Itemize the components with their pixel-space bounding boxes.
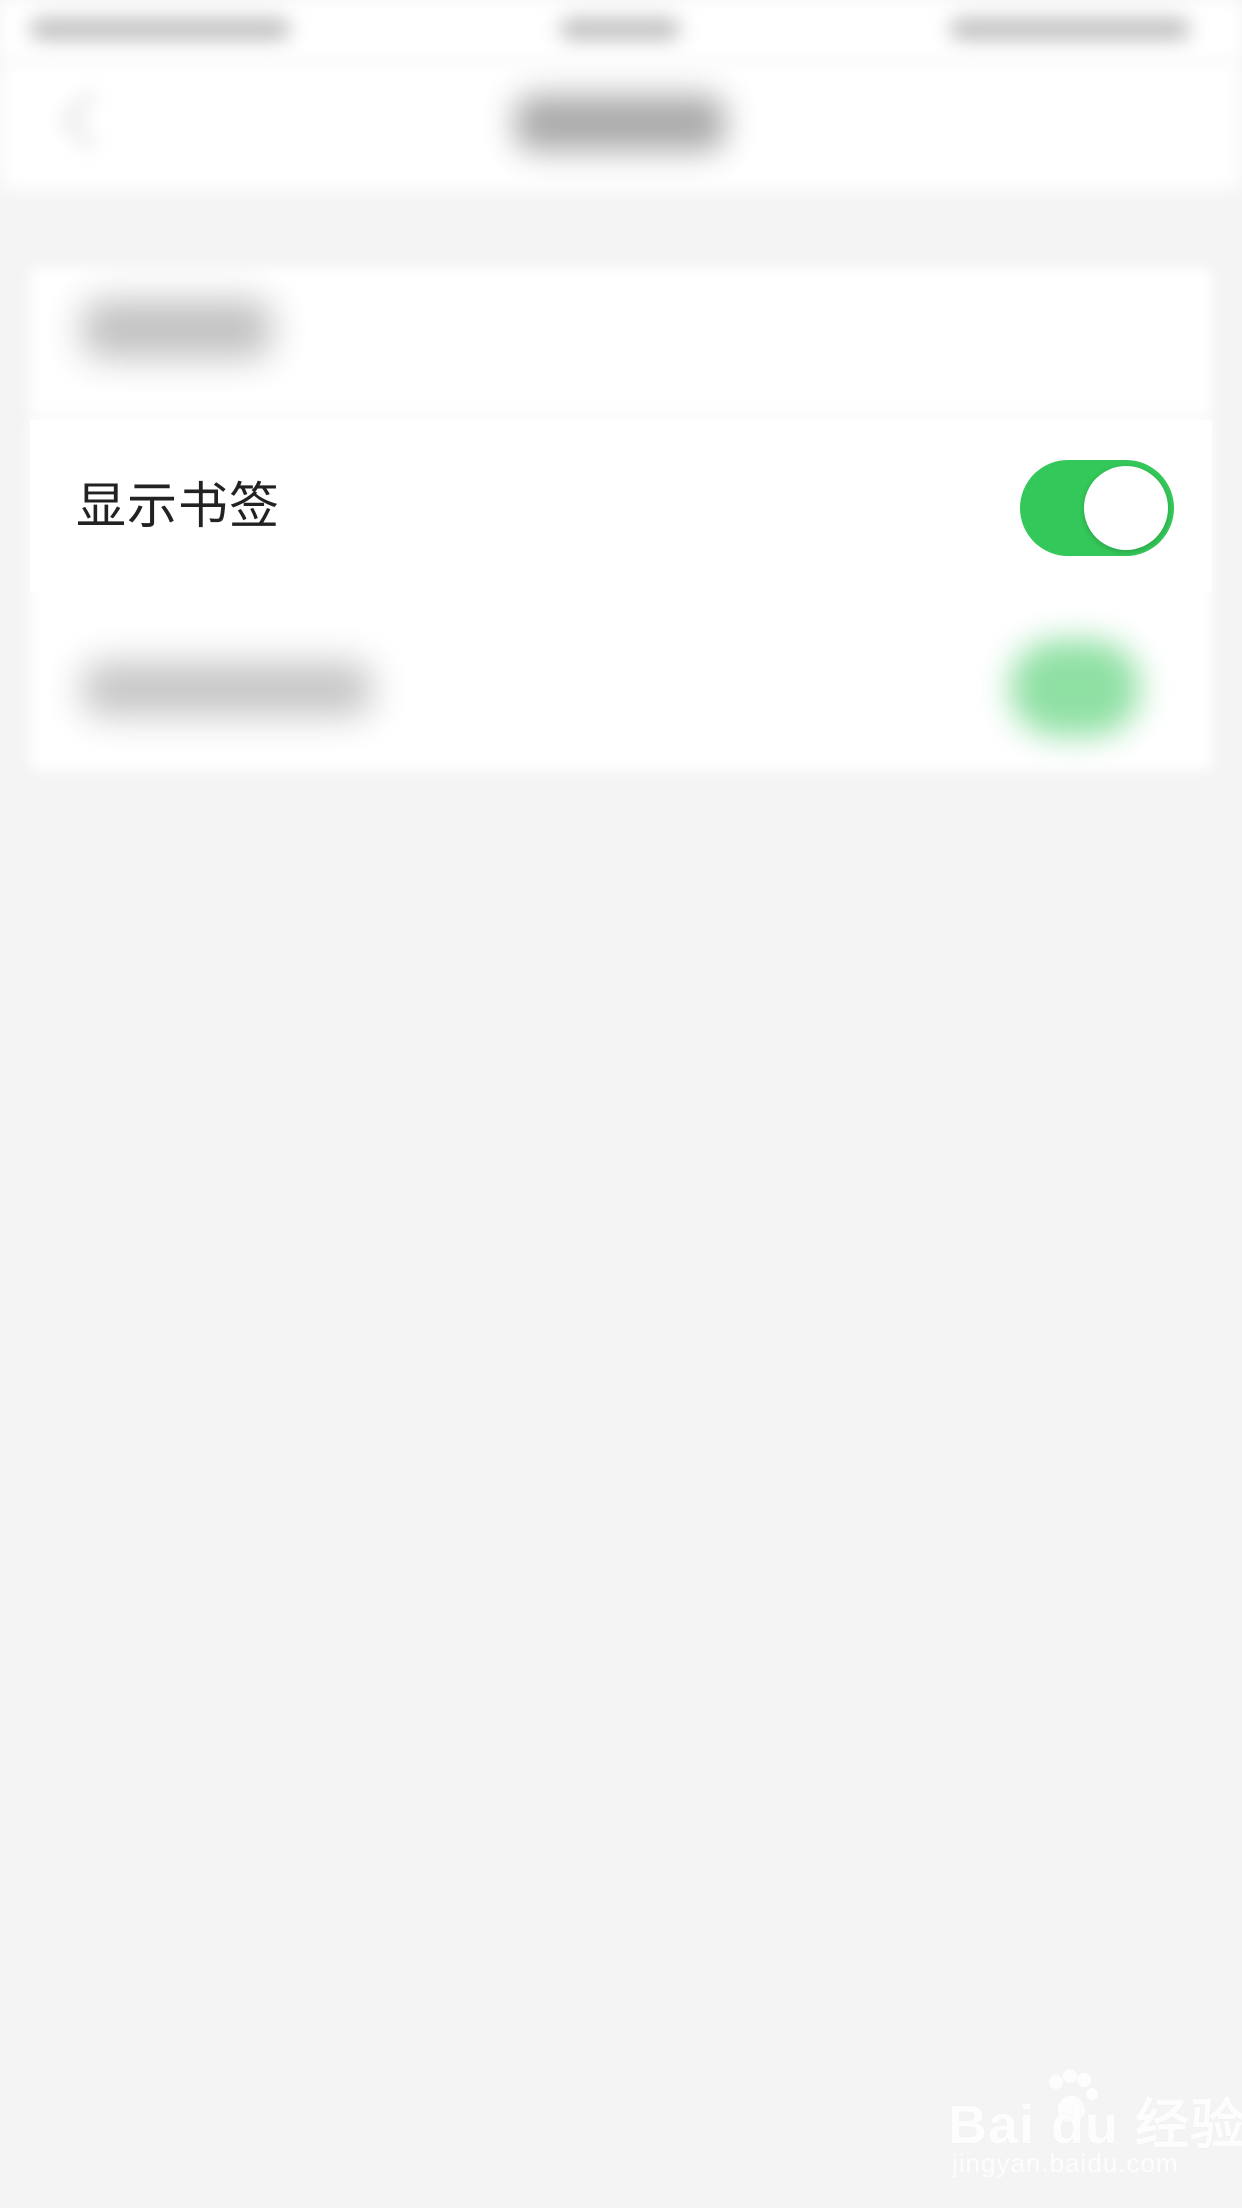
- watermark: Bai du 经验 jingyan.baidu.com: [948, 2069, 1242, 2190]
- show-bookmarks-toggle[interactable]: [1020, 460, 1174, 556]
- settings-row-3-label-blur: [82, 662, 372, 716]
- status-center-blur: [560, 18, 680, 40]
- status-right-blur: [950, 18, 1190, 40]
- watermark-brand: Bai du 经验: [948, 2095, 1242, 2155]
- watermark-url: jingyan.baidu.com: [952, 2148, 1179, 2178]
- settings-row-show-bookmarks: 显示书签: [30, 420, 1212, 592]
- status-left-blur: [30, 18, 290, 40]
- page-title-blur: [515, 95, 725, 151]
- show-bookmarks-label: 显示书签: [76, 477, 280, 535]
- toggle-knob: [1084, 466, 1168, 550]
- settings-row-3-toggle-blur[interactable]: [1010, 640, 1140, 736]
- settings-row-1-label-blur: [82, 300, 272, 358]
- paw-logo-icon: [1049, 2069, 1098, 2122]
- settings-divider-blur: [30, 416, 1212, 418]
